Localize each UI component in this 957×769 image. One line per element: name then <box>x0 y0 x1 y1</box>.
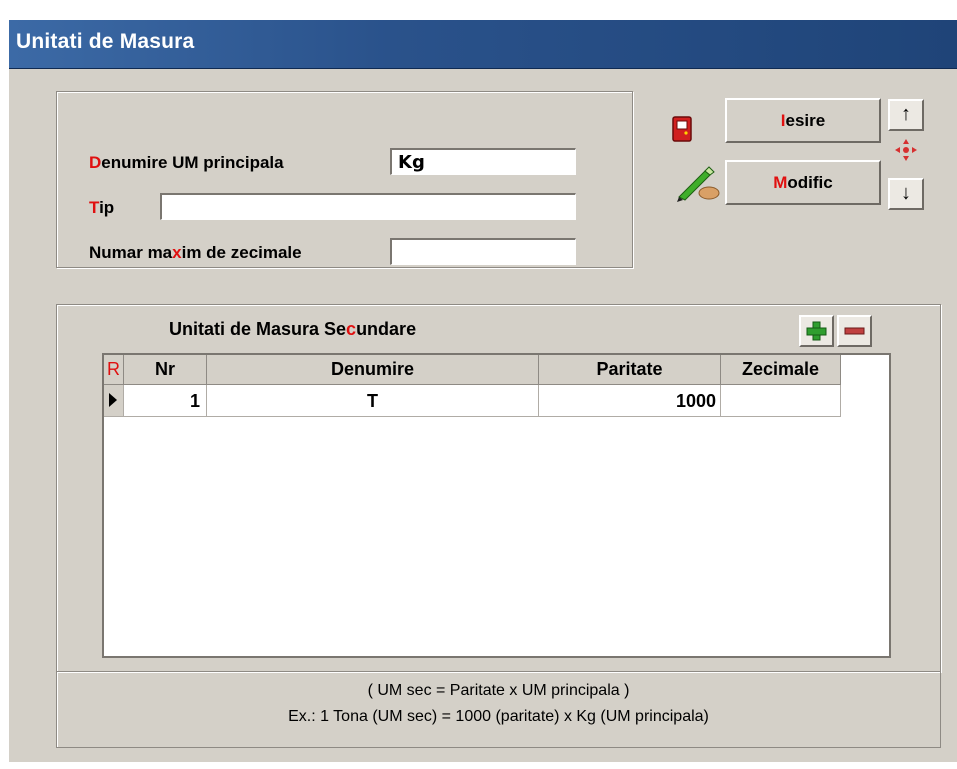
col-header-denumire[interactable]: Denumire <box>207 355 539 385</box>
secondary-units-panel: Unitati de Masura Secundare R Nr Denumir… <box>56 304 941 672</box>
modific-button[interactable]: Modific <box>725 160 881 205</box>
col-header-zecimale[interactable]: Zecimale <box>721 355 841 385</box>
indicator-header: R <box>104 355 124 385</box>
tip-label: Tip <box>89 198 115 217</box>
center-crosshair-icon[interactable] <box>893 137 919 163</box>
arrow-up-icon: ↑ <box>901 103 911 125</box>
grid-title: Unitati de Masura Secundare <box>169 319 417 339</box>
zecimale-input[interactable] <box>390 238 576 265</box>
exit-door-icon <box>671 116 695 142</box>
arrow-down-icon: ↓ <box>901 182 911 204</box>
secondary-units-table[interactable]: R Nr Denumire Paritate Zecimale 1 T 1000 <box>102 353 891 658</box>
table-row-paritate[interactable]: 1000 <box>539 385 721 417</box>
col-header-paritate[interactable]: Paritate <box>539 355 721 385</box>
help-footer: ( UM sec = Paritate x UM principala ) Ex… <box>56 671 941 748</box>
table-row-nr[interactable]: 1 <box>124 385 207 417</box>
title-bar: Unitati de Masura <box>9 20 957 69</box>
row-pointer-icon <box>104 385 124 417</box>
help-line-1: ( UM sec = Paritate x UM principala ) <box>367 682 630 699</box>
remove-row-button[interactable] <box>837 315 872 347</box>
denumire-input[interactable]: Kg <box>390 148 576 175</box>
iesire-button[interactable]: Iesire <box>725 98 881 143</box>
main-fields-panel: Denumire UM principala Kg Tip Numar maxi… <box>56 91 633 268</box>
edit-pen-icon <box>675 163 721 203</box>
zecimale-label: Numar maxim de zecimale <box>89 243 302 262</box>
denumire-label: Denumire UM principala <box>89 153 284 172</box>
col-header-nr[interactable]: Nr <box>124 355 207 385</box>
app-window: Unitati de Masura Denumire UM principala… <box>8 20 957 762</box>
tip-input[interactable] <box>160 193 576 220</box>
nav-up-button[interactable]: ↑ <box>888 99 924 131</box>
window-title: Unitati de Masura <box>16 30 195 53</box>
nav-down-button[interactable]: ↓ <box>888 178 924 210</box>
plus-icon <box>806 321 827 341</box>
minus-icon <box>844 327 865 335</box>
table-row-denumire[interactable]: T <box>207 385 539 417</box>
add-row-button[interactable] <box>799 315 834 347</box>
help-line-2: Ex.: 1 Tona (UM sec) = 1000 (paritate) x… <box>288 708 709 725</box>
table-row-zecimale[interactable] <box>721 385 841 417</box>
